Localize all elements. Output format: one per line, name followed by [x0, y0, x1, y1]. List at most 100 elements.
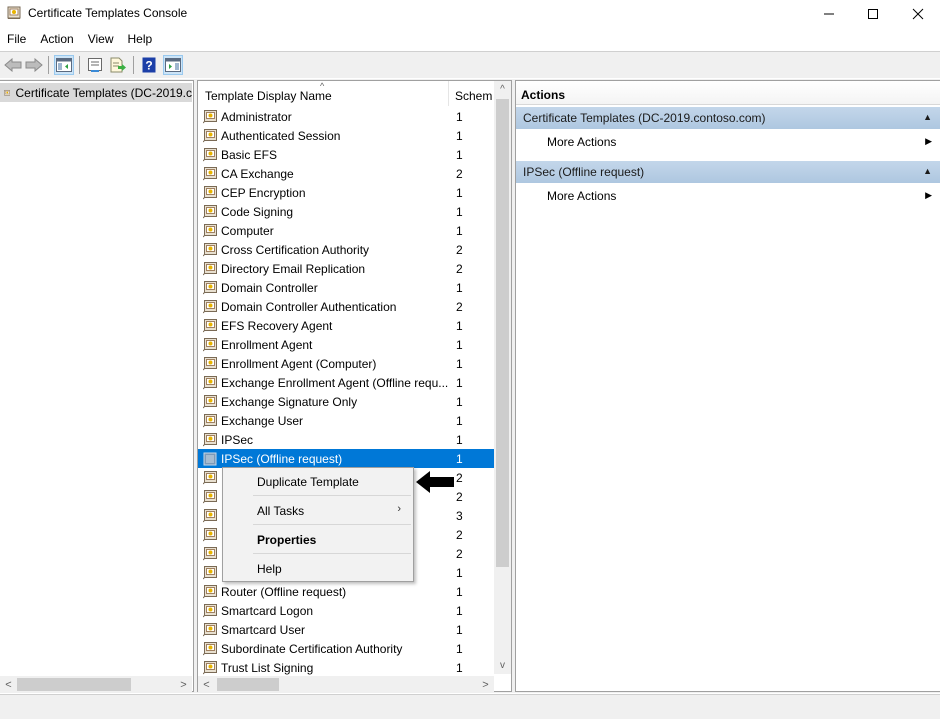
certificate-template-icon [203, 508, 217, 522]
template-name: Smartcard Logon [221, 603, 314, 618]
scroll-right-icon[interactable]: > [477, 676, 494, 693]
scroll-right-icon[interactable]: > [175, 676, 192, 693]
certificate-template-icon [4, 89, 11, 96]
menu-file[interactable]: File [0, 29, 33, 50]
sort-ascending-icon: ^ [320, 81, 325, 91]
scroll-left-icon[interactable]: < [0, 676, 17, 693]
schema-version: 1 [456, 376, 463, 390]
schema-version: 1 [456, 129, 463, 143]
table-row[interactable]: Enrollment Agent 1 [198, 335, 494, 354]
schema-version: 1 [456, 414, 463, 428]
submenu-arrow-icon: ▶ [925, 190, 932, 200]
show-hide-console-tree-button[interactable] [54, 55, 74, 75]
context-menu-properties[interactable]: Properties [223, 528, 413, 550]
menu-separator [253, 524, 411, 525]
context-menu-duplicate-template[interactable]: Duplicate Template [223, 470, 413, 492]
table-row[interactable]: EFS Recovery Agent 1 [198, 316, 494, 335]
tree-item-certificate-templates[interactable]: Certificate Templates (DC-2019.c [0, 83, 192, 102]
column-header-schema[interactable]: Schem [450, 81, 494, 106]
table-row[interactable]: Domain Controller Authentication 2 [198, 297, 494, 316]
close-button[interactable] [895, 0, 940, 28]
table-row[interactable]: CA Exchange 2 [198, 164, 494, 183]
actions-group-header: IPSec (Offline request) [523, 165, 645, 179]
template-name: Smartcard User [221, 622, 306, 637]
template-name: Computer [221, 223, 274, 238]
context-menu-all-tasks[interactable]: All Tasks › [223, 499, 413, 521]
certificate-template-icon [203, 375, 217, 389]
properties-icon [88, 58, 102, 72]
certificate-app-icon [7, 6, 21, 19]
back-button[interactable] [3, 55, 23, 75]
scrollbar-thumb[interactable] [17, 678, 131, 691]
table-row[interactable]: Exchange Signature Only 1 [198, 392, 494, 411]
schema-version: 1 [456, 186, 463, 200]
list-header: ^ Template Display Name Schem [198, 81, 494, 106]
more-actions-certificate-templates[interactable]: More Actions ▶ [516, 131, 940, 153]
context-menu-help[interactable]: Help [223, 557, 413, 579]
menu-separator [253, 553, 411, 554]
forward-button[interactable] [24, 55, 44, 75]
table-row[interactable]: Exchange Enrollment Agent (Offline requ.… [198, 373, 494, 392]
certificate-template-icon [203, 204, 217, 218]
collapse-icon[interactable]: ▲ [923, 166, 932, 176]
table-row[interactable]: Smartcard User 1 [198, 620, 494, 639]
list-horizontal-scrollbar[interactable]: < > [198, 676, 494, 693]
show-hide-action-pane-button[interactable] [163, 55, 183, 75]
schema-version: 1 [456, 319, 463, 333]
template-name: Authenticated Session [221, 128, 341, 143]
scroll-left-icon[interactable]: < [198, 676, 215, 693]
help-button[interactable]: ? [139, 55, 159, 75]
export-list-button[interactable] [108, 55, 128, 75]
menu-view[interactable]: View [81, 29, 121, 50]
table-row[interactable]: Domain Controller 1 [198, 278, 494, 297]
table-row[interactable]: Cross Certification Authority 2 [198, 240, 494, 259]
context-menu: Duplicate Template All Tasks › Propertie… [222, 467, 414, 582]
template-name: Directory Email Replication [221, 261, 366, 276]
minimize-button[interactable] [806, 0, 852, 28]
certificate-template-icon [203, 280, 217, 294]
table-row[interactable]: Basic EFS 1 [198, 145, 494, 164]
minimize-icon [824, 13, 834, 15]
collapse-icon[interactable]: ▲ [923, 112, 932, 122]
table-row[interactable]: Directory Email Replication 2 [198, 259, 494, 278]
schema-version: 2 [456, 262, 463, 276]
scrollbar-thumb[interactable] [496, 99, 509, 567]
table-row[interactable]: Administrator 1 [198, 107, 494, 126]
table-row[interactable]: CEP Encryption 1 [198, 183, 494, 202]
template-name: Exchange Enrollment Agent (Offline requ.… [221, 375, 449, 390]
table-row[interactable]: Trust List Signing 1 [198, 658, 494, 677]
table-row[interactable]: Enrollment Agent (Computer) 1 [198, 354, 494, 373]
table-row[interactable]: Code Signing 1 [198, 202, 494, 221]
certificate-template-icon [203, 318, 217, 332]
menu-action[interactable]: Action [33, 29, 80, 50]
show-hide-action-pane-icon [165, 58, 181, 72]
table-row[interactable]: Computer 1 [198, 221, 494, 240]
table-row[interactable]: Exchange User 1 [198, 411, 494, 430]
template-name: Basic EFS [221, 147, 278, 162]
scroll-up-icon[interactable]: ^ [494, 81, 511, 98]
properties-button[interactable] [85, 55, 105, 75]
table-row[interactable]: Router (Offline request) 1 [198, 582, 494, 601]
table-row[interactable]: Smartcard Logon 1 [198, 601, 494, 620]
more-actions-ipsec-offline[interactable]: More Actions ▶ [516, 185, 940, 207]
maximize-button[interactable] [850, 0, 896, 28]
actions-group-certificate-templates[interactable]: Certificate Templates (DC-2019.contoso.c… [516, 107, 940, 129]
actions-group-ipsec-offline[interactable]: IPSec (Offline request) ▲ [516, 161, 940, 183]
table-row[interactable]: Authenticated Session 1 [198, 126, 494, 145]
svg-text:?: ? [145, 59, 152, 73]
export-list-icon [110, 57, 126, 73]
certificate-template-icon [203, 527, 217, 541]
scrollbar-thumb[interactable] [217, 678, 279, 691]
submenu-chevron-icon: › [397, 503, 401, 515]
menu-help[interactable]: Help [121, 29, 160, 50]
certificate-template-icon [203, 470, 217, 484]
list-vertical-scrollbar[interactable]: ^ v [494, 81, 511, 674]
tree-horizontal-scrollbar[interactable]: < > [0, 676, 192, 693]
certificate-template-icon [203, 185, 217, 199]
table-row[interactable]: Subordinate Certification Authority 1 [198, 639, 494, 658]
table-row[interactable]: IPSec 1 [198, 430, 494, 449]
table-row[interactable]: IPSec (Offline request) 1 [198, 449, 494, 468]
scroll-down-icon[interactable]: v [494, 657, 511, 674]
schema-version: 1 [456, 148, 463, 162]
column-header-template-display-name[interactable]: ^ Template Display Name [198, 81, 449, 106]
